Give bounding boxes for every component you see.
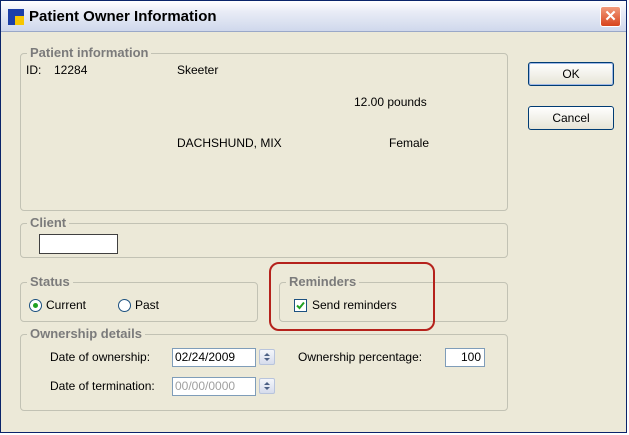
cancel-button[interactable]: Cancel	[528, 106, 614, 130]
app-icon	[8, 9, 24, 25]
close-button[interactable]: ✕	[600, 6, 621, 27]
status-group: Status Current Past	[20, 274, 258, 322]
status-legend: Status	[27, 274, 73, 289]
client-legend: Client	[27, 215, 70, 230]
client-input[interactable]	[39, 234, 118, 254]
patient-breed: DACHSHUND, MIX	[177, 136, 282, 150]
date-ownership-spinner[interactable]	[259, 349, 275, 365]
date-ownership-input[interactable]: 02/24/2009	[172, 348, 256, 367]
window-title: Patient Owner Information	[29, 8, 217, 25]
date-termination-label: Date of termination:	[50, 379, 155, 393]
radio-selected-dot	[33, 303, 38, 308]
spin-arrows-icon	[264, 382, 270, 390]
spin-arrows-icon	[264, 353, 270, 361]
patient-name: Skeeter	[177, 63, 219, 77]
dialog-body: Patient information ID: 12284 Skeeter 12…	[1, 32, 626, 432]
ownership-percentage-input[interactable]: 100	[445, 348, 485, 367]
status-past-radio[interactable]	[118, 299, 131, 312]
ownership-group: Ownership details Date of ownership: 02/…	[20, 326, 508, 411]
patient-id-value: 12284	[54, 63, 88, 77]
dialog-window: Patient Owner Information ✕ Patient info…	[0, 0, 627, 433]
patient-id-label: ID:	[26, 63, 42, 77]
client-group: Client	[20, 215, 508, 258]
status-current-label[interactable]: Current	[46, 298, 86, 312]
patient-info-group: Patient information ID: 12284 Skeeter 12…	[20, 45, 508, 211]
date-termination-input[interactable]: 00/00/0000	[172, 377, 256, 396]
close-icon: ✕	[604, 8, 617, 25]
date-termination-spinner[interactable]	[259, 378, 275, 394]
status-past-label[interactable]: Past	[135, 298, 159, 312]
patient-sex: Female	[389, 136, 430, 150]
date-ownership-label: Date of ownership:	[50, 350, 151, 364]
patient-info-legend: Patient information	[27, 45, 152, 60]
ok-button[interactable]: OK	[528, 62, 614, 86]
ownership-legend: Ownership details	[27, 326, 145, 341]
status-current-radio[interactable]	[29, 299, 42, 312]
reminders-highlight	[269, 262, 435, 331]
patient-weight: 12.00 pounds	[354, 95, 427, 109]
ownership-percentage-label: Ownership percentage:	[298, 350, 423, 364]
title-bar[interactable]: Patient Owner Information ✕	[1, 1, 626, 32]
